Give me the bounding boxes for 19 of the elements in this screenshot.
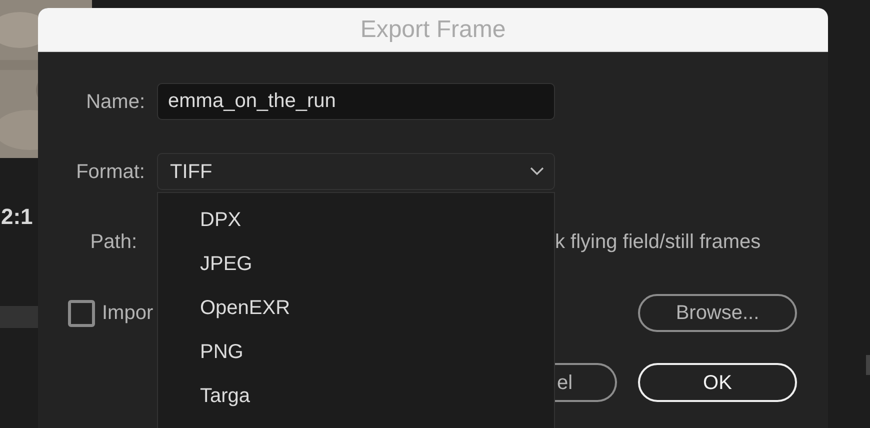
- path-text: k flying field/still frames: [555, 230, 761, 255]
- format-label: Format:: [75, 160, 145, 184]
- window-title: Export Frame: [360, 14, 506, 44]
- browse-button[interactable]: Browse...: [638, 294, 797, 332]
- name-field[interactable]: emma_on_the_run: [157, 83, 555, 120]
- import-checkbox[interactable]: [68, 300, 95, 326]
- ok-button[interactable]: OK: [638, 363, 797, 402]
- timecode: 2:1: [1, 203, 33, 231]
- path-label: Path:: [89, 230, 137, 255]
- import-label: Impor: [102, 301, 154, 326]
- format-option[interactable]: Targa: [158, 374, 554, 418]
- format-option[interactable]: DPX: [158, 198, 554, 242]
- name-label: Name:: [85, 90, 145, 114]
- chevron-down-icon: [530, 167, 544, 176]
- format-dropdown[interactable]: TIFF: [157, 153, 555, 190]
- format-option[interactable]: PNG: [158, 330, 554, 374]
- scrollbar: [866, 355, 870, 375]
- format-option[interactable]: OpenEXR: [158, 286, 554, 330]
- format-option[interactable]: JPEG: [158, 242, 554, 286]
